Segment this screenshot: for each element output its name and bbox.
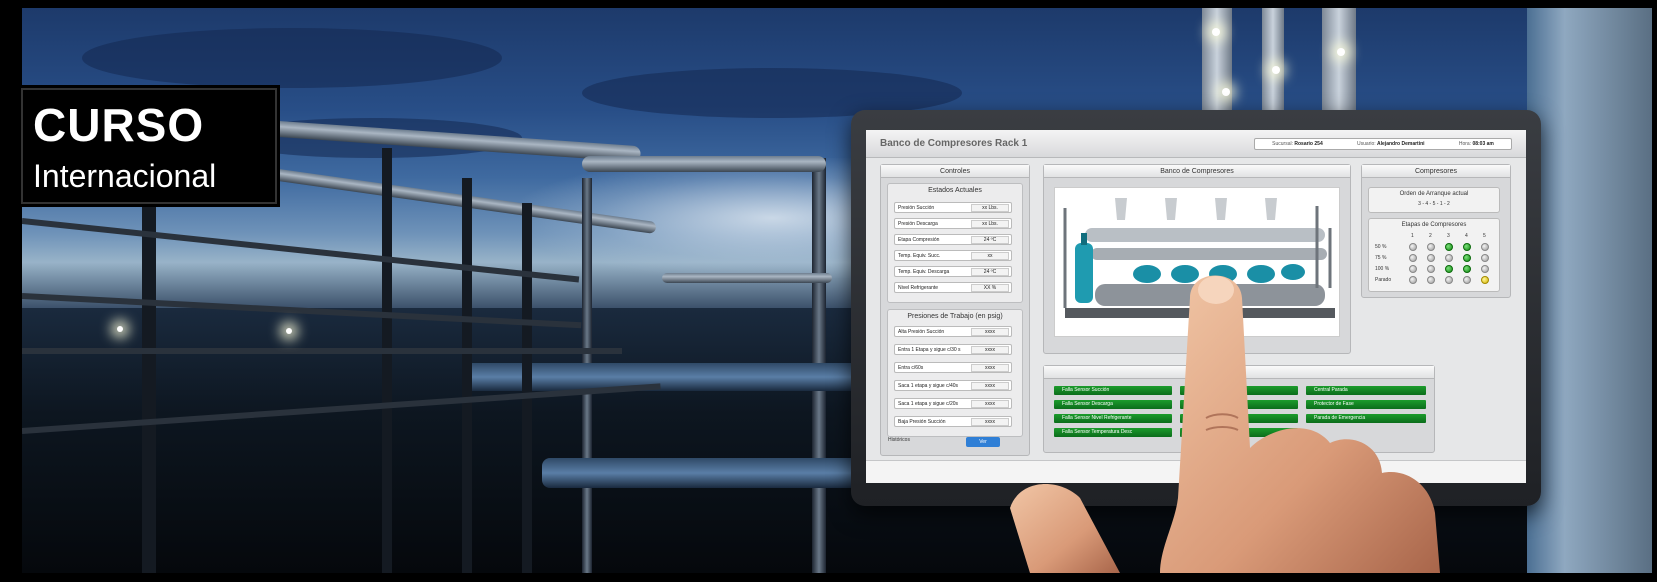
status-field: Presión Succión xx Lbs. (894, 202, 1012, 213)
stage-status-led (1481, 276, 1489, 284)
start-order-value: 3 - 4 - 5 - 1 - 2 (1418, 201, 1450, 207)
stage-status-led (1463, 243, 1471, 251)
panel-title: Banco de Compresores (1044, 165, 1350, 178)
estados-actuales-group: Estados Actuales Presión Succión xx Lbs. … (887, 183, 1023, 303)
pressure-setpoint-field[interactable]: Alta Presión Succión xxxx (894, 326, 1012, 337)
stage-column-label: 3 (1447, 233, 1450, 239)
stage-status-led (1409, 243, 1417, 251)
status-field: Temp. Equiv. Descarga 24 ºC (894, 266, 1012, 277)
stage-status-led (1427, 254, 1435, 262)
ver-historicos-button[interactable]: Ver (966, 437, 1000, 447)
status-field: Temp. Equiv. Succ. xx (894, 250, 1012, 261)
stage-status-led (1445, 243, 1453, 251)
group-title: Estados Actuales (928, 187, 982, 194)
panel-title: Compresores (1362, 165, 1510, 178)
stage-status-led (1409, 254, 1417, 262)
pressure-setpoint-field[interactable]: Saca 1 etapa y sigue c/40s xxxx (894, 380, 1012, 391)
banner-frame: CURSO Internacional Banco de Compresores… (0, 0, 1657, 582)
plant-tower (1202, 8, 1232, 118)
stage-status-led (1481, 254, 1489, 262)
session-info-bar: Sucursal: Rosario 254 Usuario: Alejandro… (1254, 138, 1512, 150)
panel-title: Controles (881, 165, 1029, 178)
pressure-setpoint-field[interactable]: Baja Presión Succión xxxx (894, 416, 1012, 427)
badge-subtitle: Internacional (33, 158, 217, 194)
pipe (662, 273, 832, 283)
plant-tower (1262, 8, 1284, 118)
pipe (542, 458, 882, 488)
plant-tower (1322, 8, 1356, 118)
branch-value: Rosario 254 (1294, 141, 1323, 147)
pointing-hand-icon (1010, 275, 1440, 573)
course-badge: CURSO Internacional (18, 85, 280, 207)
stage-status-led (1445, 254, 1453, 262)
user-value: Alejandro Demartini (1377, 141, 1425, 147)
stage-status-led (1463, 265, 1471, 273)
stage-column-label: 1 (1411, 233, 1414, 239)
controles-panel: Controles Estados Actuales Presión Succi… (880, 164, 1030, 456)
status-field: Nivel Refrigerante XX % (894, 282, 1012, 293)
group-title: Presiones de Trabajo (en psig) (907, 313, 1003, 320)
app-title: Banco de Compresores Rack 1 (880, 138, 1028, 149)
stage-column-label: 2 (1429, 233, 1432, 239)
time-value: 08:03 am (1472, 141, 1494, 147)
app-header: Banco de Compresores Rack 1 Sucursal: Ro… (866, 130, 1526, 158)
stage-column-label: 4 (1465, 233, 1468, 239)
pressure-setpoint-field[interactable]: Entra c/60s xxxx (894, 362, 1012, 373)
start-order-title: Orden de Arranque actual (1399, 191, 1469, 197)
status-field: Presión Descarga xx Lbs. (894, 218, 1012, 229)
pressure-setpoint-field[interactable]: Saca 1 etapa y sigue c/20s xxxx (894, 398, 1012, 409)
stage-status-led (1463, 254, 1471, 262)
start-order-box: Orden de Arranque actual 3 - 4 - 5 - 1 -… (1368, 187, 1500, 213)
stage-column-label: 5 (1483, 233, 1486, 239)
status-field: Etapa Compresión 24 ºC (894, 234, 1012, 245)
stage-row-label: 50 % (1375, 244, 1387, 250)
stage-status-led (1463, 276, 1471, 284)
presiones-trabajo-group: Presiones de Trabajo (en psig) Alta Pres… (887, 309, 1023, 437)
historicos-label: Históricos (888, 437, 910, 443)
stage-row-label: 75 % (1375, 255, 1387, 261)
stage-status-led (1481, 243, 1489, 251)
pressure-setpoint-field[interactable]: Entra 1 Etapa y sigue c/30 s xxxx (894, 344, 1012, 355)
badge-title: CURSO (33, 99, 205, 151)
stage-status-led (1427, 243, 1435, 251)
pipe (582, 156, 826, 172)
stage-status-led (1481, 265, 1489, 273)
stages-title: Etapas de Compresores (1401, 222, 1467, 228)
